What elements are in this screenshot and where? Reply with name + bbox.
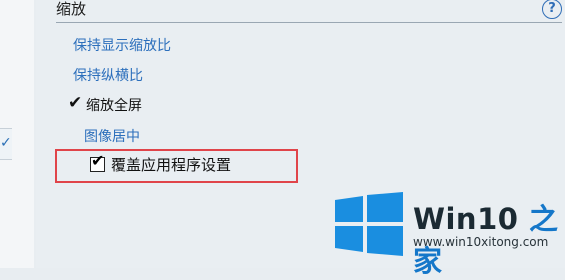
help-circle-icon[interactable]: ? xyxy=(542,0,562,19)
section-header: 缩放 ? xyxy=(56,0,562,23)
override-label: 覆盖应用程序设置 xyxy=(111,155,232,174)
option-maintain-display-scaling[interactable]: 保持显示缩放比 xyxy=(73,35,171,55)
override-app-settings-row[interactable]: 覆盖应用程序设置 xyxy=(90,151,232,176)
watermark-url: www.win10xitong.com xyxy=(413,235,549,249)
left-nav-selected-item[interactable]: ✓ xyxy=(0,128,12,160)
check-mark-icon: ✓ xyxy=(0,135,12,151)
left-nav-strip: ✓ xyxy=(0,0,34,268)
windows-logo-icon xyxy=(335,192,403,256)
check-mark-icon: ✔ xyxy=(68,93,83,113)
override-checkbox[interactable] xyxy=(90,151,105,172)
section-title: 缩放 xyxy=(56,0,87,18)
watermark-brand-main: Win10 xyxy=(413,202,530,236)
option-scale-full-screen[interactable]: ✔ 缩放全屏 xyxy=(68,93,142,115)
option-center-image[interactable]: 图像居中 xyxy=(84,126,140,146)
option-label: 缩放全屏 xyxy=(86,98,142,114)
option-maintain-aspect-ratio[interactable]: 保持纵横比 xyxy=(73,65,143,85)
